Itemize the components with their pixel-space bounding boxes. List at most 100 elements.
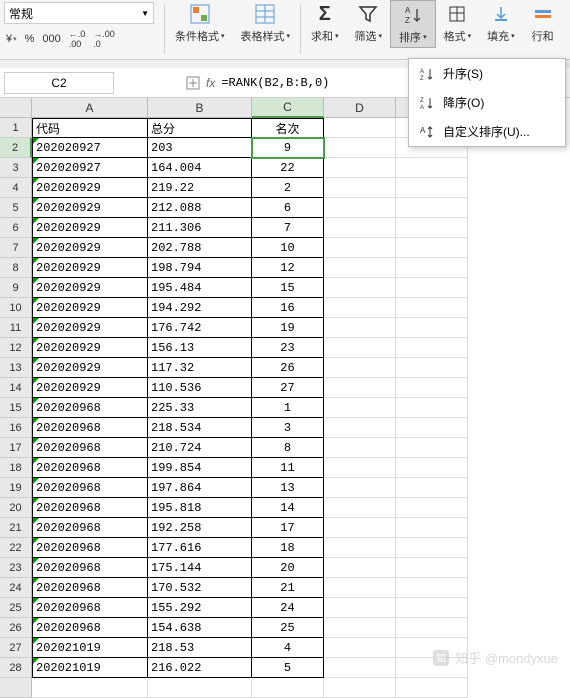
cell[interactable] (396, 498, 468, 518)
cell[interactable]: 219.22 (148, 178, 252, 198)
sort-custom-item[interactable]: A 自定义排序(U)... (409, 117, 565, 146)
cell[interactable] (324, 578, 396, 598)
cell[interactable]: 202020968 (32, 598, 148, 618)
cell[interactable]: 155.292 (148, 598, 252, 618)
cell[interactable] (396, 578, 468, 598)
cell[interactable] (324, 178, 396, 198)
cell[interactable]: 10 (252, 238, 324, 258)
cell[interactable]: 202020968 (32, 398, 148, 418)
cell[interactable] (396, 598, 468, 618)
select-all-corner[interactable] (0, 98, 32, 118)
row-header[interactable]: 15 (0, 398, 32, 418)
cell[interactable] (324, 258, 396, 278)
cell[interactable]: 14 (252, 498, 324, 518)
cell[interactable] (396, 358, 468, 378)
cell[interactable]: 202020927 (32, 158, 148, 178)
row-header[interactable]: 26 (0, 618, 32, 638)
format-button[interactable]: 格式▾ (436, 0, 480, 46)
row-header[interactable]: 6 (0, 218, 32, 238)
row-header[interactable]: 2 (0, 138, 32, 158)
cell[interactable] (324, 418, 396, 438)
cell[interactable]: 名次 (252, 118, 324, 138)
cell[interactable]: 202020968 (32, 478, 148, 498)
cell[interactable] (396, 258, 468, 278)
cell[interactable]: 202021019 (32, 658, 148, 678)
cell[interactable] (324, 438, 396, 458)
cell[interactable]: 218.53 (148, 638, 252, 658)
cell[interactable] (324, 658, 396, 678)
row-header[interactable]: 23 (0, 558, 32, 578)
sum-button[interactable]: Σ 求和▾ (303, 0, 347, 46)
cell[interactable] (396, 418, 468, 438)
cell[interactable]: 202020929 (32, 278, 148, 298)
cell[interactable] (396, 518, 468, 538)
cell[interactable]: 192.258 (148, 518, 252, 538)
cell[interactable]: 202020929 (32, 298, 148, 318)
cell[interactable]: 3 (252, 418, 324, 438)
cell[interactable]: 110.536 (148, 378, 252, 398)
cell[interactable]: 198.794 (148, 258, 252, 278)
cell[interactable]: 4 (252, 638, 324, 658)
row-header[interactable]: 22 (0, 538, 32, 558)
cell[interactable] (396, 338, 468, 358)
cell[interactable]: 20 (252, 558, 324, 578)
cell[interactable] (396, 458, 468, 478)
cell[interactable]: 2 (252, 178, 324, 198)
column-header-a[interactable]: A (32, 98, 148, 118)
cell[interactable] (148, 678, 252, 698)
cell[interactable] (324, 518, 396, 538)
filter-button[interactable]: 筛选▾ (347, 0, 391, 46)
cell[interactable]: 156.13 (148, 338, 252, 358)
cell[interactable] (396, 558, 468, 578)
cell[interactable]: 202020929 (32, 238, 148, 258)
cell[interactable]: 154.638 (148, 618, 252, 638)
cell[interactable] (252, 678, 324, 698)
cell[interactable]: 24 (252, 598, 324, 618)
row-header[interactable]: 17 (0, 438, 32, 458)
sort-button[interactable]: AZ 排序▾ (390, 0, 436, 48)
cell[interactable]: 212.088 (148, 198, 252, 218)
cell[interactable] (32, 678, 148, 698)
cell[interactable] (324, 678, 396, 698)
cell[interactable]: 15 (252, 278, 324, 298)
row-header[interactable]: 3 (0, 158, 32, 178)
cell[interactable] (324, 198, 396, 218)
cell[interactable]: 202020929 (32, 358, 148, 378)
cell[interactable] (396, 478, 468, 498)
cell[interactable]: 23 (252, 338, 324, 358)
cell[interactable]: 202020927 (32, 138, 148, 158)
cell[interactable] (324, 458, 396, 478)
row-header[interactable]: 1 (0, 118, 32, 138)
cell[interactable]: 195.818 (148, 498, 252, 518)
row-header[interactable]: 5 (0, 198, 32, 218)
sort-ascending-item[interactable]: AZ 升序(S) (409, 59, 565, 88)
increase-decimal-button[interactable]: ←.0.00 (67, 28, 88, 50)
rowcol-button[interactable]: 行和 (523, 0, 563, 46)
table-format-button[interactable]: 表格样式▾ (233, 0, 299, 46)
row-header[interactable]: 24 (0, 578, 32, 598)
cell[interactable]: 1 (252, 398, 324, 418)
cell[interactable]: 202020929 (32, 258, 148, 278)
cell[interactable] (396, 158, 468, 178)
row-header[interactable]: 28 (0, 658, 32, 678)
cell[interactable] (396, 318, 468, 338)
cell[interactable]: 25 (252, 618, 324, 638)
cell[interactable]: 210.724 (148, 438, 252, 458)
cell[interactable]: 代码 (32, 118, 148, 138)
cell[interactable]: 22 (252, 158, 324, 178)
cell[interactable] (396, 298, 468, 318)
cell[interactable] (324, 558, 396, 578)
cell[interactable]: 9 (252, 138, 324, 158)
cell[interactable] (324, 618, 396, 638)
name-box[interactable]: C2 (4, 72, 114, 94)
cell[interactable]: 13 (252, 478, 324, 498)
cell[interactable] (324, 338, 396, 358)
cell[interactable]: 19 (252, 318, 324, 338)
cell[interactable]: 202020968 (32, 618, 148, 638)
cell[interactable]: 202020968 (32, 458, 148, 478)
decrease-decimal-button[interactable]: →.00.0 (91, 28, 117, 50)
fill-button[interactable]: 填充▾ (479, 0, 523, 46)
cell[interactable] (324, 138, 396, 158)
cell[interactable]: 8 (252, 438, 324, 458)
cell[interactable]: 202020968 (32, 418, 148, 438)
